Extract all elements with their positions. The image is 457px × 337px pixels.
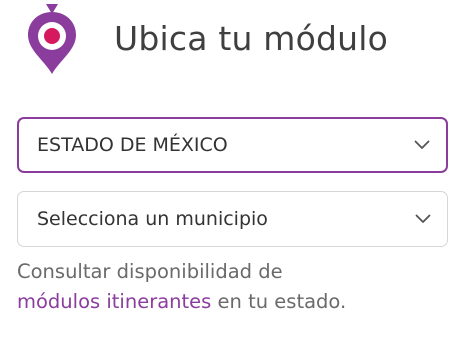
municipio-select[interactable]: Selecciona un municipio xyxy=(17,191,448,247)
chevron-down-icon xyxy=(415,214,431,223)
page-title: Ubica tu módulo xyxy=(114,19,389,58)
header: Ubica tu módulo xyxy=(26,4,446,76)
availability-info: Consultar disponibilidad de módulos itin… xyxy=(17,257,447,317)
state-select[interactable]: ESTADO DE MÉXICO xyxy=(17,117,448,173)
municipio-select-value: Selecciona un municipio xyxy=(37,208,268,230)
chevron-down-icon xyxy=(414,140,430,149)
info-text-suffix: en tu estado. xyxy=(211,290,347,313)
info-text: Consultar disponibilidad de xyxy=(17,260,283,283)
state-select-value: ESTADO DE MÉXICO xyxy=(37,134,228,156)
map-pin-icon xyxy=(28,4,76,74)
itinerant-modules-link[interactable]: módulos itinerantes xyxy=(17,290,211,313)
